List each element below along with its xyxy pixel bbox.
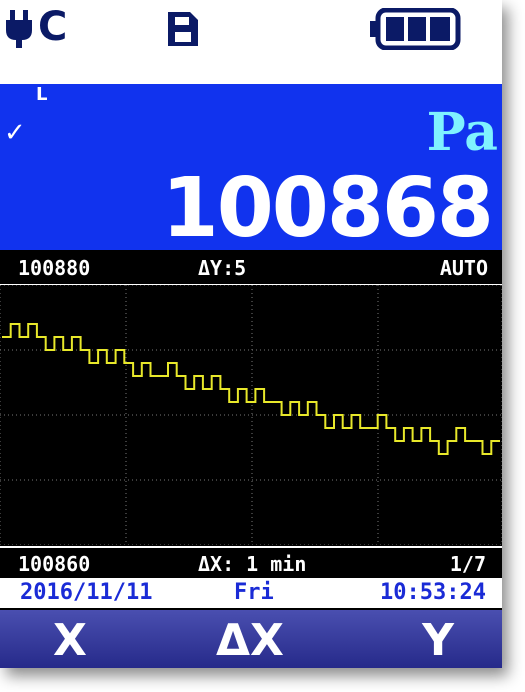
- status-bar: C: [0, 0, 502, 84]
- sd-card-icon: [166, 10, 200, 52]
- page-indicator: 1/7: [449, 552, 486, 576]
- measurement-value: 100868: [161, 161, 494, 256]
- meter-screen: C L ✓ Pa 100868 100880 ΔY:5 AUTO 100860 …: [0, 0, 502, 668]
- range-marker: L: [36, 84, 48, 105]
- unit-label: Pa: [426, 102, 498, 163]
- softkey-x[interactable]: X: [10, 610, 130, 668]
- trend-chart: [0, 284, 502, 546]
- trend-line: [2, 323, 500, 455]
- delta-x-label: ΔX: 1 min: [198, 552, 307, 576]
- graph-top-value: 100880: [18, 256, 91, 280]
- date-time-bar: 2016/11/11 Fri 10:53:24: [0, 578, 502, 608]
- weekday-label: Fri: [234, 580, 274, 605]
- trend-graph: [0, 284, 502, 546]
- delta-y-label: ΔY:5: [198, 256, 247, 280]
- time-label: 10:53:24: [380, 580, 486, 605]
- reading-panel: L ✓ Pa 100868: [0, 84, 502, 254]
- check-icon: ✓: [4, 118, 26, 148]
- scale-mode-label: AUTO: [439, 256, 488, 280]
- date-label: 2016/11/11: [20, 580, 153, 605]
- graph-footer: 100860 ΔX: 1 min 1/7: [0, 546, 502, 580]
- graph-bottom-value: 100860: [18, 552, 91, 576]
- connection-label: C: [38, 4, 68, 50]
- power-plug-icon: [4, 8, 34, 59]
- battery-icon: [370, 7, 462, 54]
- graph-header: 100880 ΔY:5 AUTO: [0, 252, 502, 286]
- softkey-y[interactable]: Y: [378, 610, 498, 668]
- softkey-bar: X ΔX Y: [0, 610, 502, 668]
- softkey-delta-x[interactable]: ΔX: [190, 610, 310, 668]
